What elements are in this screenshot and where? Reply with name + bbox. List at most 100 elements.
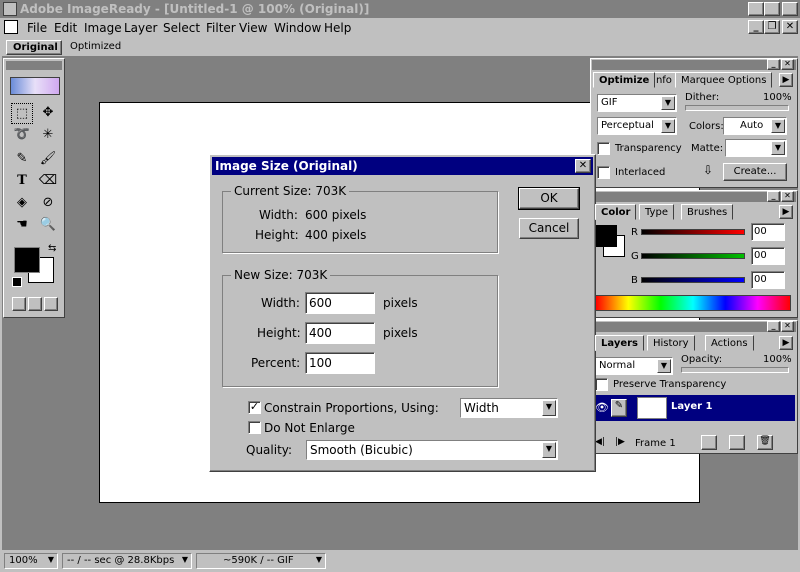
restore-button[interactable]: ❐: [764, 2, 780, 16]
trash-icon[interactable]: 🗑: [757, 435, 773, 450]
dither-slider[interactable]: [685, 105, 789, 111]
dialog-close-icon[interactable]: ✕: [575, 159, 591, 173]
matte-select[interactable]: ▼: [725, 139, 787, 157]
eyedropper-icon[interactable]: ⊘: [37, 193, 59, 214]
screen-mode-standard-icon[interactable]: [12, 297, 26, 311]
palette-close-button[interactable]: ✕: [781, 191, 794, 202]
doc-restore-button[interactable]: ❐: [764, 20, 780, 34]
colors-select[interactable]: Auto ▼: [723, 117, 787, 135]
tab-color[interactable]: Color: [595, 204, 637, 220]
height-unit: pixels: [383, 326, 418, 340]
swap-colors-icon[interactable]: ⇆: [48, 243, 56, 254]
menu-layer[interactable]: Layer: [124, 21, 157, 35]
percent-input[interactable]: 100: [305, 352, 375, 374]
close-button[interactable]: ✕: [782, 2, 798, 16]
color-fg-swatch[interactable]: [595, 225, 617, 247]
palette-close-button[interactable]: ✕: [781, 321, 794, 332]
tab-brushes[interactable]: Brushes: [681, 204, 734, 220]
tab-marquee-options[interactable]: Marquee Options: [675, 72, 773, 88]
preserve-transparency-checkbox[interactable]: [595, 378, 608, 391]
menu-edit[interactable]: Edit: [54, 21, 77, 35]
file-size-select[interactable]: ~590K / -- GIF ▼: [196, 553, 326, 569]
cancel-button[interactable]: Cancel: [519, 218, 579, 239]
frame-prev-icon[interactable]: ◀|: [595, 437, 605, 447]
marquee-tool-icon[interactable]: ⬚: [11, 103, 33, 124]
droplet-icon[interactable]: ⇩: [703, 163, 713, 177]
screen-mode-menu-icon[interactable]: [28, 297, 42, 311]
constrain-select[interactable]: Width ▼: [460, 398, 558, 418]
doc-close-button[interactable]: ✕: [782, 20, 798, 34]
new-width-label: Width:: [261, 296, 300, 310]
doc-minimize-button[interactable]: _: [748, 20, 764, 34]
palette-minimize-button[interactable]: _: [767, 191, 780, 202]
palette-minimize-button[interactable]: _: [767, 321, 780, 332]
no-enlarge-checkbox[interactable]: [248, 421, 261, 434]
type-tool-icon[interactable]: T: [11, 171, 33, 192]
foreground-color-swatch[interactable]: [14, 247, 40, 273]
minimize-button[interactable]: _: [748, 2, 764, 16]
tab-optimize[interactable]: Optimize: [593, 72, 656, 88]
palette-minimize-button[interactable]: _: [767, 59, 780, 70]
zoom-tool-icon[interactable]: 🔍: [37, 215, 59, 236]
move-tool-icon[interactable]: ✥: [37, 103, 59, 124]
paint-bucket-icon[interactable]: ◈: [11, 193, 33, 214]
default-colors-icon[interactable]: [12, 277, 22, 287]
tab-history[interactable]: History: [647, 335, 695, 351]
brush-link-icon[interactable]: ✎: [611, 399, 627, 417]
r-slider[interactable]: [641, 229, 745, 235]
b-slider[interactable]: [641, 277, 745, 283]
blend-mode-select[interactable]: Normal ▼: [595, 357, 673, 375]
eraser-tool-icon[interactable]: ⌫: [37, 171, 59, 192]
zoom-select[interactable]: 100% ▼: [4, 553, 58, 569]
width-input[interactable]: 600: [305, 292, 375, 314]
g-field[interactable]: 00: [751, 247, 785, 265]
pencil-tool-icon[interactable]: ✎: [11, 149, 33, 170]
constrain-checkbox[interactable]: ✓: [248, 401, 261, 414]
width-unit: pixels: [383, 296, 418, 310]
chevron-down-icon: ▼: [47, 555, 54, 564]
palette-menu-arrow-icon[interactable]: ▶: [779, 336, 793, 350]
format-select[interactable]: GIF ▼: [597, 94, 677, 112]
lasso-tool-icon[interactable]: ➰: [11, 125, 33, 146]
menu-image[interactable]: Image: [84, 21, 122, 35]
eye-icon[interactable]: 👁: [595, 401, 609, 414]
r-field[interactable]: 00: [751, 223, 785, 241]
download-time-select[interactable]: -- / -- sec @ 28.8Kbps ▼: [62, 553, 192, 569]
palette-menu-arrow-icon[interactable]: ▶: [779, 73, 793, 87]
menu-select[interactable]: Select: [163, 21, 200, 35]
menu-window[interactable]: Window: [274, 21, 321, 35]
current-size-group: Current Size: 703K Width: 600 pixels Hei…: [222, 184, 498, 253]
brush-tool-icon[interactable]: 🖌: [37, 149, 59, 170]
opacity-slider[interactable]: [681, 367, 789, 373]
tab-type[interactable]: Type: [639, 204, 674, 220]
menu-filter[interactable]: Filter: [206, 21, 236, 35]
tab-layers[interactable]: Layers: [595, 335, 644, 351]
menu-view[interactable]: View: [239, 21, 267, 35]
frame-next-icon[interactable]: |▶: [615, 437, 625, 447]
constrain-label: Constrain Proportions, Using:: [264, 401, 439, 415]
palette-menu-arrow-icon[interactable]: ▶: [779, 205, 793, 219]
current-width-label: Width:: [259, 208, 298, 222]
screen-mode-full-icon[interactable]: [44, 297, 58, 311]
ok-button[interactable]: OK: [518, 187, 580, 210]
menu-help[interactable]: Help: [324, 21, 351, 35]
menu-file[interactable]: File: [27, 21, 47, 35]
palette-close-button[interactable]: ✕: [781, 59, 794, 70]
height-input[interactable]: 400: [305, 322, 375, 344]
tab-optimized[interactable]: Optimized: [64, 40, 127, 55]
tab-actions[interactable]: Actions: [705, 335, 754, 351]
magic-wand-icon[interactable]: ✳: [37, 125, 59, 146]
new-set-icon[interactable]: [701, 435, 717, 450]
tab-original[interactable]: Original: [6, 40, 62, 55]
b-field[interactable]: 00: [751, 271, 785, 289]
palette-select[interactable]: Perceptual ▼: [597, 117, 677, 135]
color-spectrum-bar[interactable]: [595, 295, 791, 311]
transparency-checkbox[interactable]: [597, 142, 610, 155]
new-layer-icon[interactable]: [729, 435, 745, 450]
hand-tool-icon[interactable]: ☚: [11, 215, 33, 236]
quality-select[interactable]: Smooth (Bicubic) ▼: [306, 440, 558, 460]
create-button[interactable]: Create...: [723, 163, 787, 181]
g-slider[interactable]: [641, 253, 745, 259]
layer-row[interactable]: 👁 ✎ Layer 1: [593, 395, 795, 421]
interlaced-checkbox[interactable]: [597, 166, 610, 179]
